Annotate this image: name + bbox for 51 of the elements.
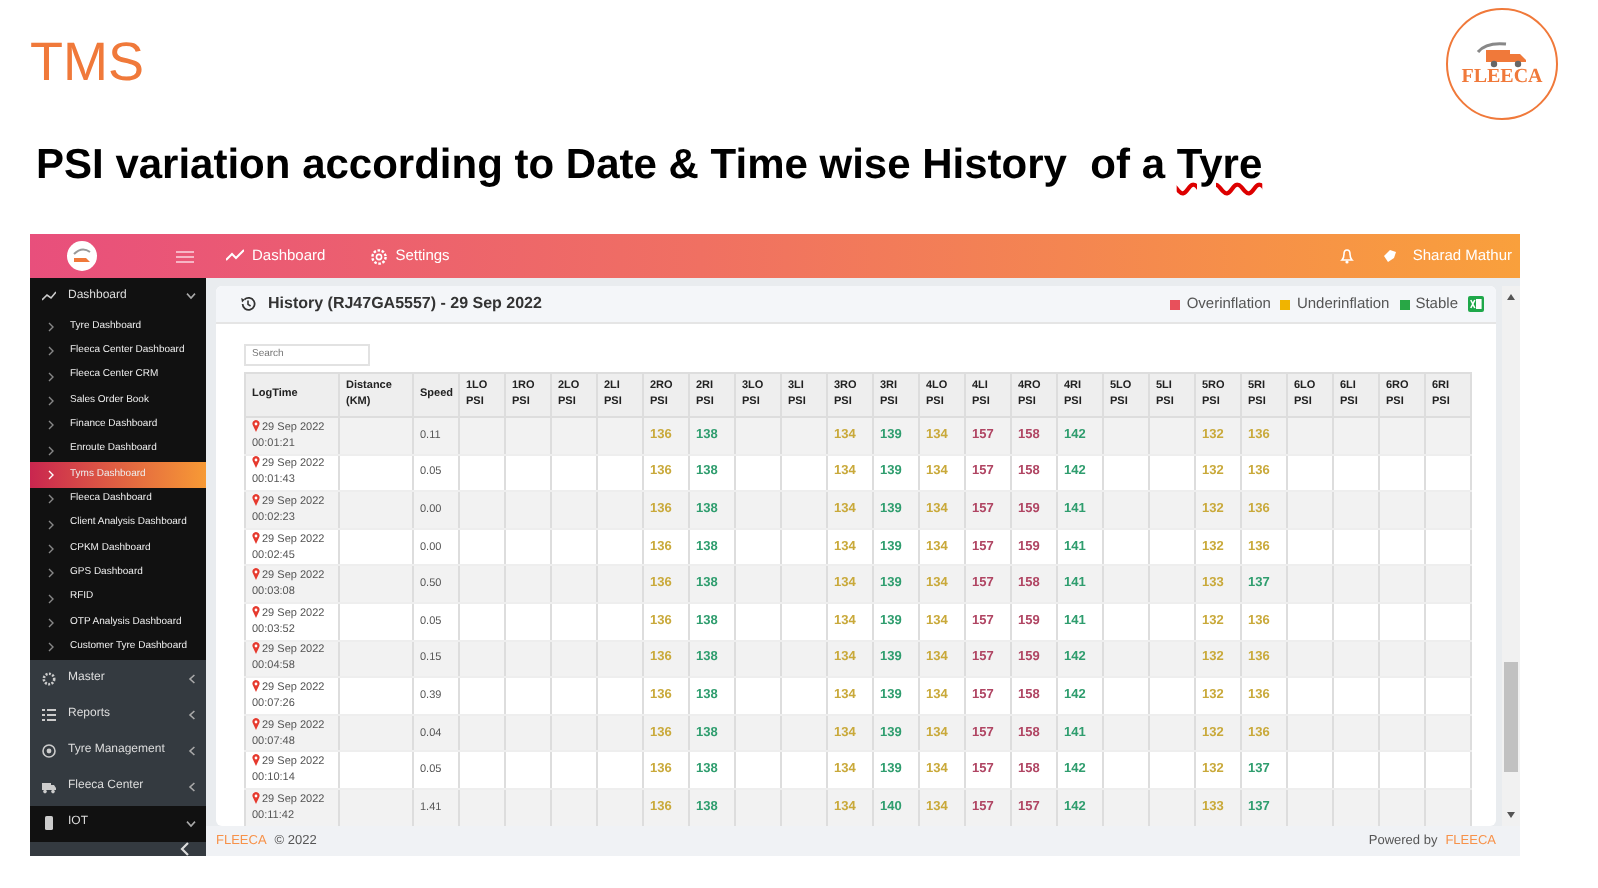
chevron-right-icon: [48, 593, 54, 604]
chevron-right-icon: [48, 346, 54, 357]
chevron-right-icon: [48, 445, 54, 456]
chevron-down-icon: [186, 819, 196, 828]
chevron-left-icon: [188, 673, 196, 684]
list-icon: [42, 707, 56, 722]
chevron-down-icon: [186, 292, 196, 301]
map-pin-icon: [252, 568, 260, 581]
chevron-right-icon: [48, 371, 54, 382]
map-pin-icon: [252, 419, 260, 432]
chevron-left-icon: [188, 746, 196, 757]
chevron-right-icon: [48, 494, 54, 505]
truck-icon: [42, 780, 56, 795]
chevron-right-icon: [48, 568, 54, 579]
map-pin-icon: [252, 531, 260, 544]
spreadsheet-export-icon[interactable]: [1468, 296, 1484, 312]
vertical-scrollbar[interactable]: [1502, 286, 1520, 826]
logo-text: FLEECA: [1461, 68, 1543, 88]
gear-icon: [369, 247, 388, 265]
map-pin-icon: [252, 605, 260, 618]
chevron-right-icon: [48, 618, 54, 628]
chevron-left-icon: [188, 782, 196, 793]
map-pin-icon: [252, 679, 260, 692]
map-pin-icon: [252, 456, 260, 469]
map-pin-icon: [252, 493, 260, 506]
collapse-icon[interactable]: [180, 842, 190, 856]
device-icon: [42, 816, 56, 831]
map-pin-icon: [252, 642, 260, 655]
card-title: History (RJ47GA5557) - 29 Sep 2022: [268, 292, 542, 316]
bell-icon[interactable]: [1340, 248, 1355, 264]
gear-icon: [42, 671, 56, 686]
truck-icon: [1474, 40, 1530, 68]
line-chart-icon: [226, 247, 244, 265]
chevron-right-icon: [48, 321, 54, 332]
map-pin-icon: [252, 754, 260, 767]
map-pin-icon: [252, 717, 260, 730]
chevron-right-icon: [48, 420, 54, 431]
chevron-left-icon: [188, 709, 196, 720]
menu-icon[interactable]: [176, 249, 194, 263]
slide-title: TMS: [30, 36, 144, 90]
chevron-right-icon: [48, 642, 54, 653]
map-pin-icon: [252, 791, 260, 804]
line-chart-icon: [42, 289, 56, 304]
chevron-right-icon: [48, 395, 54, 406]
slide-heading: PSI variation according to Date & Time wise History of a Tyre: [36, 140, 1263, 192]
brand-logo-icon: [66, 240, 98, 272]
history-icon: [240, 296, 256, 312]
chevron-right-icon: [48, 543, 54, 554]
chevron-right-icon: [48, 519, 54, 530]
tyre-icon: [42, 744, 56, 759]
chevron-right-icon: [48, 469, 54, 480]
